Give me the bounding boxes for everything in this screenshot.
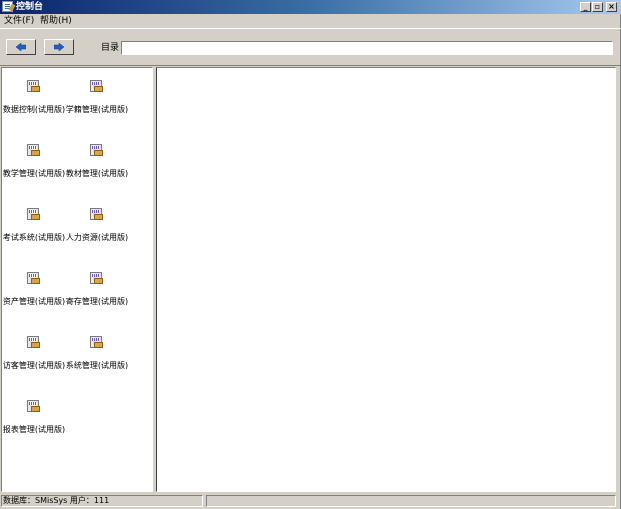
status-bar: 数据库：SMisSys 用户：111 xyxy=(0,493,621,509)
arrow-right-icon xyxy=(54,43,64,51)
maximize-button[interactable]: ▫ xyxy=(592,2,603,12)
module-item-textbooks[interactable]: 教材管理(试用版) xyxy=(65,132,129,190)
back-button[interactable] xyxy=(6,39,36,55)
module-item-assets[interactable]: 资产管理(试用版) xyxy=(2,260,66,318)
console-window: 控制台 _ ▫ × 文件(F) 帮助(H) 目录 数据控制(试用版) 学籍管理(… xyxy=(0,0,621,509)
module-item-teaching[interactable]: 教学管理(试用版) xyxy=(2,132,66,190)
module-item-system[interactable]: 系统管理(试用版) xyxy=(65,324,129,382)
module-item-visitors[interactable]: 访客管理(试用版) xyxy=(2,324,66,382)
module-icon xyxy=(90,272,103,284)
menu-bar: 文件(F) 帮助(H) xyxy=(0,14,621,28)
module-item-storage[interactable]: 寄存管理(试用版) xyxy=(65,260,129,318)
module-label: 人力资源(试用版) xyxy=(65,233,129,242)
module-icon xyxy=(90,336,103,348)
module-icon xyxy=(90,80,103,92)
module-item-reports[interactable]: 报表管理(试用版) xyxy=(2,388,66,446)
module-label: 寄存管理(试用版) xyxy=(65,297,129,306)
menu-file[interactable]: 文件(F) xyxy=(4,15,34,27)
minimize-button[interactable]: _ xyxy=(580,2,591,12)
module-item-human-resources[interactable]: 人力资源(试用版) xyxy=(65,196,129,254)
app-icon xyxy=(2,1,13,12)
title-bar[interactable]: 控制台 _ ▫ × xyxy=(0,0,621,14)
module-icon xyxy=(27,80,40,92)
module-item-exam-system[interactable]: 考试系统(试用版) xyxy=(2,196,66,254)
module-icon xyxy=(27,400,40,412)
module-label: 数据控制(试用版) xyxy=(2,105,66,114)
menu-help[interactable]: 帮助(H) xyxy=(40,15,72,27)
module-label: 学籍管理(试用版) xyxy=(65,105,129,114)
close-button[interactable]: × xyxy=(606,2,617,12)
module-label: 系统管理(试用版) xyxy=(65,361,129,370)
status-cell-right xyxy=(206,495,616,507)
directory-input[interactable] xyxy=(121,41,613,55)
content-panel[interactable] xyxy=(156,67,616,492)
status-db-user: 数据库：SMisSys 用户：111 xyxy=(3,496,110,505)
module-item-data-control[interactable]: 数据控制(试用版) xyxy=(2,68,66,126)
toolbar: 目录 xyxy=(0,28,621,66)
module-label: 资产管理(试用版) xyxy=(2,297,66,306)
module-label: 考试系统(试用版) xyxy=(2,233,66,242)
module-label: 教学管理(试用版) xyxy=(2,169,66,178)
arrow-left-icon xyxy=(16,43,26,51)
module-panel: 数据控制(试用版) 学籍管理(试用版) 教学管理(试用版) 教材管理(试用版) … xyxy=(1,67,153,492)
module-icon xyxy=(27,272,40,284)
forward-button[interactable] xyxy=(44,39,74,55)
module-label: 访客管理(试用版) xyxy=(2,361,66,370)
module-label: 教材管理(试用版) xyxy=(65,169,129,178)
module-item-student-records[interactable]: 学籍管理(试用版) xyxy=(65,68,129,126)
module-icon xyxy=(90,208,103,220)
directory-label: 目录 xyxy=(101,43,120,53)
module-label: 报表管理(试用版) xyxy=(2,425,66,434)
status-cell-database: 数据库：SMisSys 用户：111 xyxy=(1,495,203,507)
module-icon xyxy=(27,336,40,348)
window-title: 控制台 xyxy=(16,2,44,12)
module-icon xyxy=(90,144,103,156)
module-icon xyxy=(27,208,40,220)
module-icon xyxy=(27,144,40,156)
